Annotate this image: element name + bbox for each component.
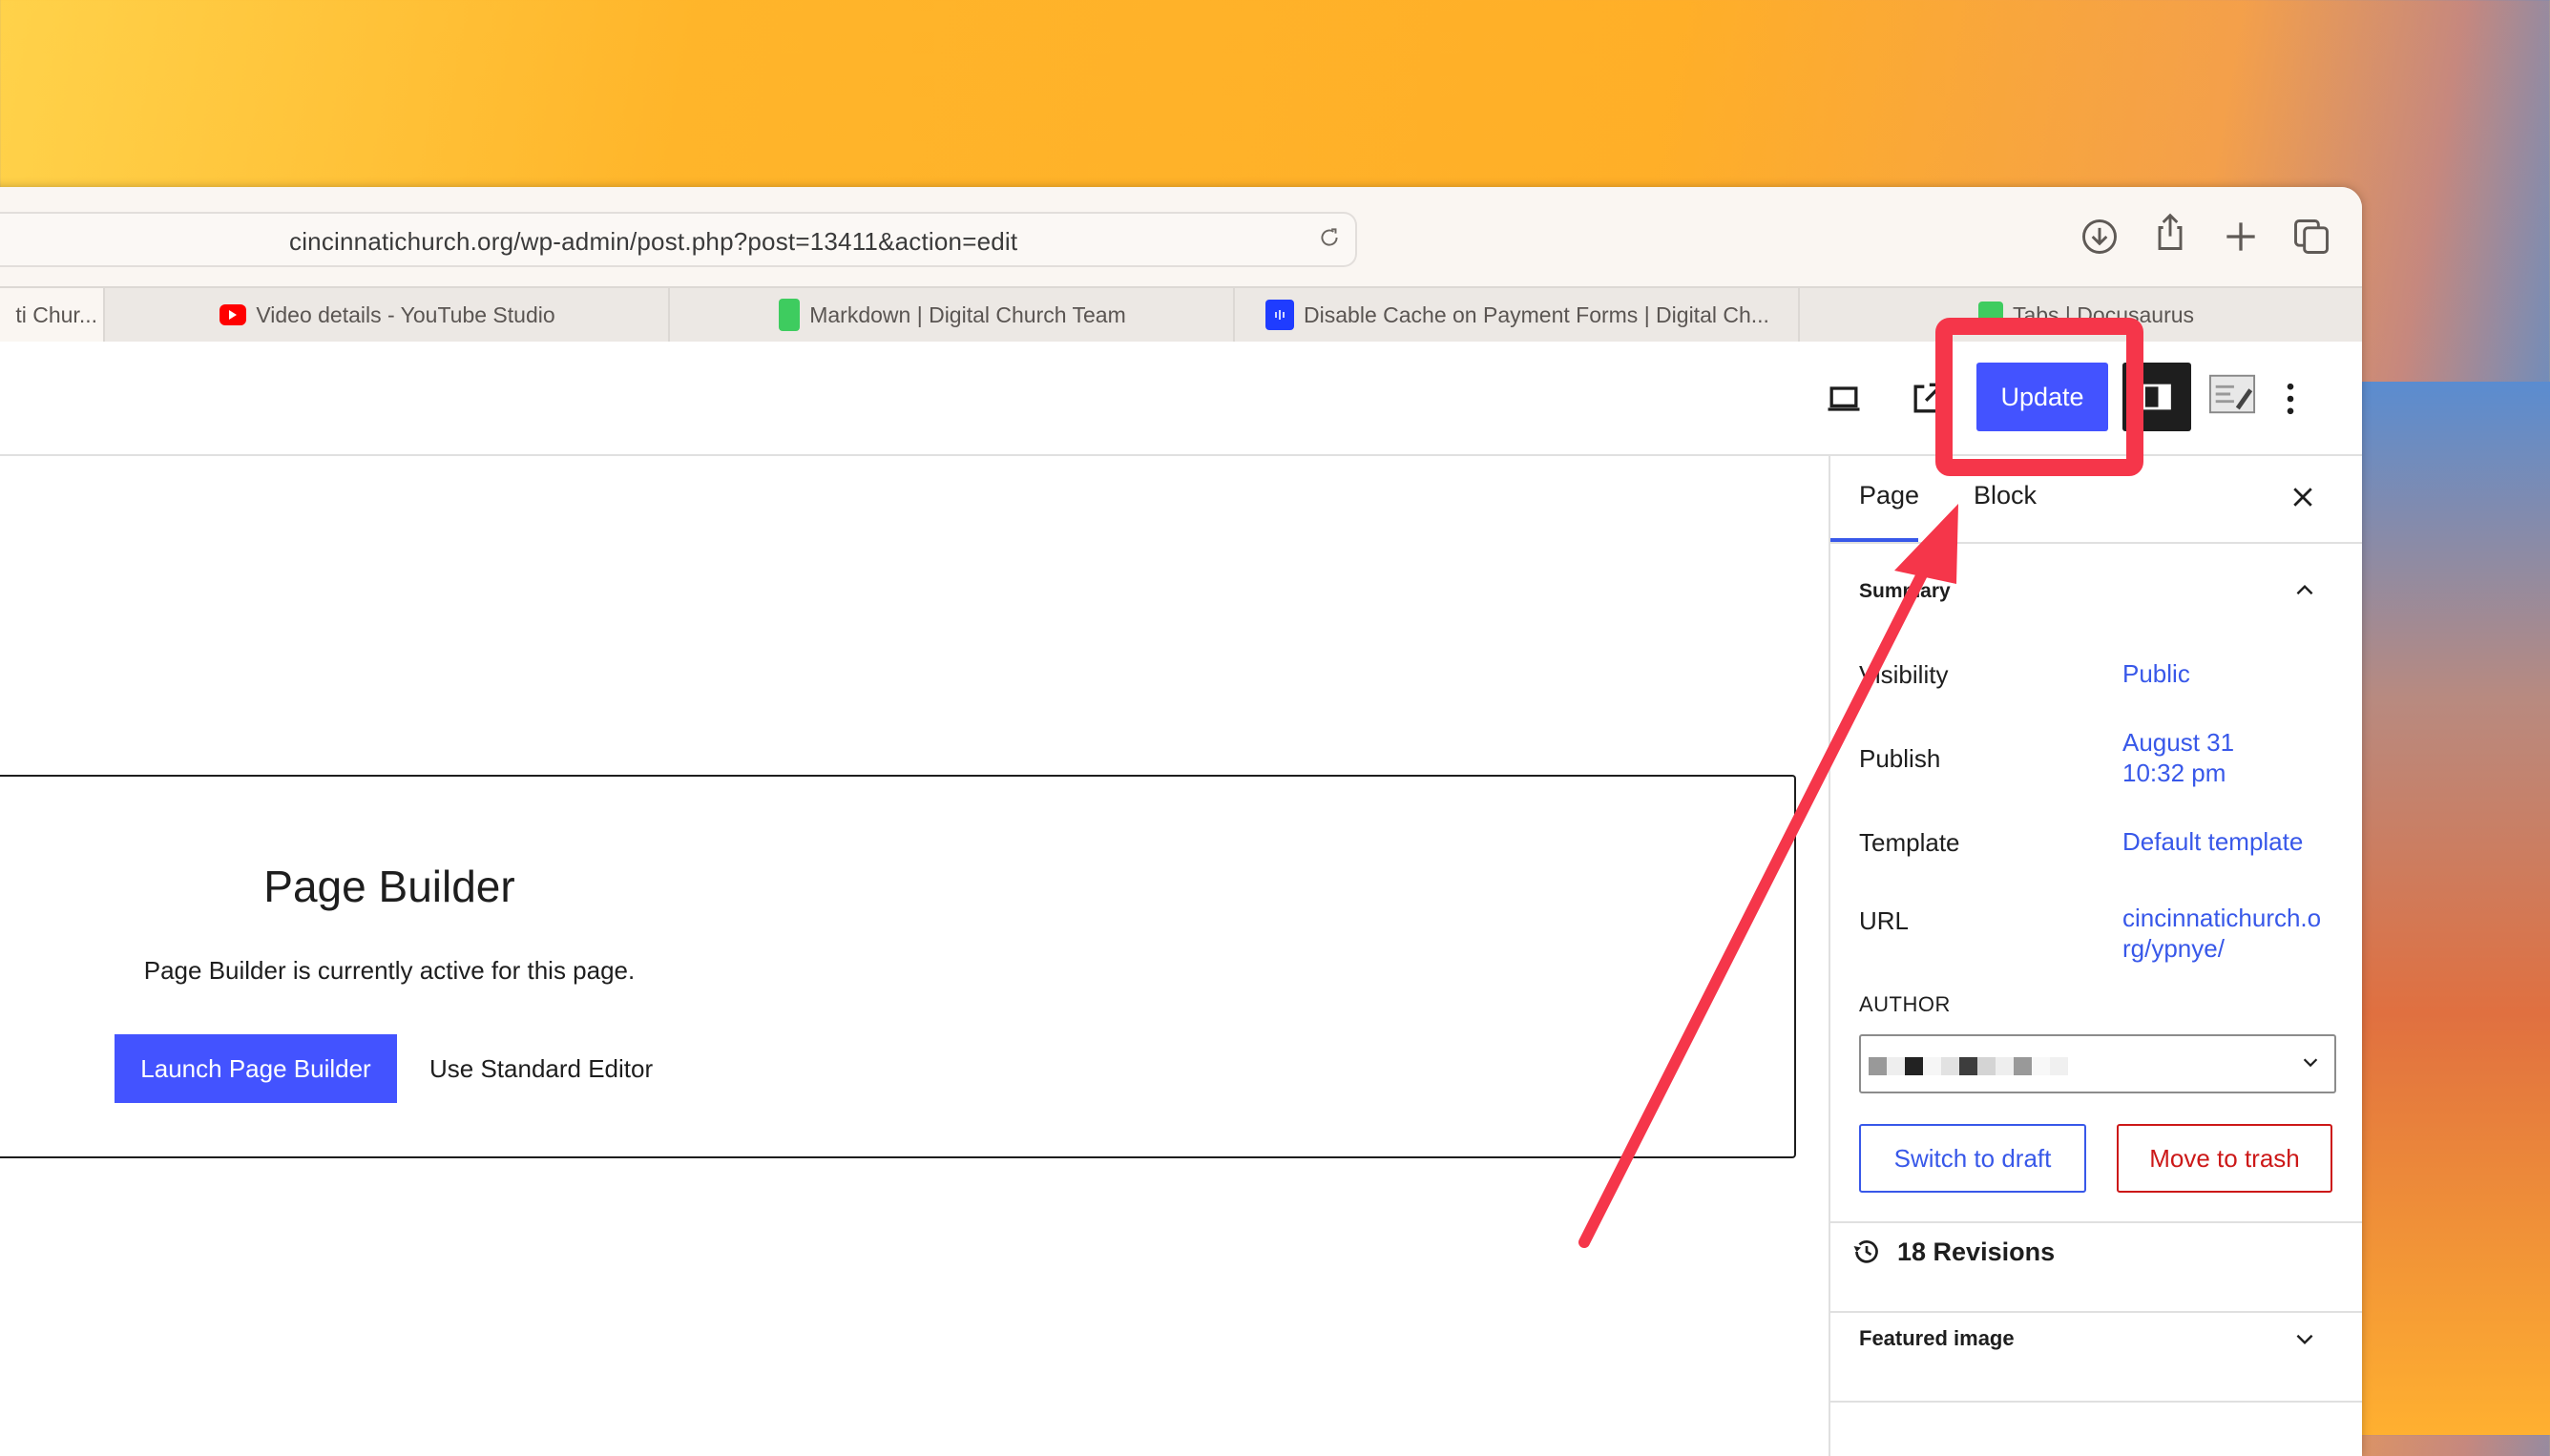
chevron-down-icon[interactable] bbox=[2292, 1326, 2317, 1351]
redacted-author bbox=[1977, 1057, 1996, 1075]
author-label: AUTHOR bbox=[1859, 992, 1951, 1016]
redacted-author bbox=[1869, 1057, 1887, 1075]
docusaurus-icon bbox=[1977, 302, 2003, 328]
history-icon bbox=[1853, 1240, 1878, 1263]
redacted-author bbox=[1905, 1057, 1923, 1075]
tab-title: Disable Cache on Payment Forms | Digital… bbox=[1304, 302, 1769, 327]
preview-icon[interactable] bbox=[1823, 378, 1865, 420]
browser-tab[interactable]: Disable Cache on Payment Forms | Digital… bbox=[1233, 288, 1800, 342]
template-value[interactable]: Default template bbox=[2122, 826, 2303, 857]
revisions-label: 18 Revisions bbox=[1897, 1237, 2056, 1266]
redacted-author bbox=[2014, 1057, 2032, 1075]
intercom-icon bbox=[1265, 300, 1295, 330]
browser-window: cincinnatichurch.org/wp-admin/post.php?p… bbox=[0, 187, 2362, 1456]
redacted-author bbox=[1941, 1057, 1959, 1075]
chevron-down-icon bbox=[2303, 1058, 2318, 1068]
tab-title: Tabs | Docusaurus bbox=[2012, 302, 2195, 327]
redacted-author bbox=[2050, 1057, 2068, 1075]
browser-tab[interactable]: ti Chur... bbox=[0, 288, 103, 342]
more-options-icon[interactable] bbox=[2269, 378, 2311, 420]
close-icon[interactable] bbox=[2289, 483, 2317, 511]
view-page-icon[interactable] bbox=[1907, 378, 1949, 420]
page-builder-icon[interactable] bbox=[2208, 370, 2256, 418]
url-line-1: cincinnatichurch.o bbox=[2122, 904, 2322, 932]
divider bbox=[1830, 1221, 2362, 1223]
publish-value[interactable]: August 31 10:32 pm bbox=[2122, 727, 2234, 788]
tab-overview-icon[interactable] bbox=[2290, 216, 2332, 258]
tab-title: Video details - YouTube Studio bbox=[256, 302, 555, 327]
address-bar[interactable]: cincinnatichurch.org/wp-admin/post.php?p… bbox=[0, 212, 1357, 267]
template-label: Template bbox=[1859, 828, 1960, 857]
browser-tab[interactable]: Video details - YouTube Studio bbox=[103, 288, 670, 342]
sidebar-icon bbox=[2142, 384, 2171, 410]
redacted-author bbox=[1923, 1057, 1941, 1075]
revisions-link[interactable]: 18 Revisions bbox=[1850, 1235, 2055, 1269]
featured-image-heading[interactable]: Featured image bbox=[1859, 1326, 2015, 1351]
publish-time: 10:32 pm bbox=[2122, 759, 2226, 787]
url-line-2: rg/ypnye/ bbox=[2122, 934, 2225, 963]
reload-icon[interactable] bbox=[1317, 225, 1342, 250]
page-builder-description: Page Builder is currently active for thi… bbox=[143, 956, 636, 985]
tab-title: ti Chur... bbox=[15, 302, 97, 327]
author-select[interactable] bbox=[1859, 1034, 2336, 1093]
download-icon[interactable] bbox=[2079, 216, 2121, 258]
visibility-label: Visibility bbox=[1859, 660, 1949, 689]
divider bbox=[1830, 1311, 2362, 1313]
settings-toggle-button[interactable] bbox=[2122, 363, 2191, 431]
browser-tab[interactable]: Tabs | Docusaurus bbox=[1798, 288, 2362, 342]
summary-heading[interactable]: Summary bbox=[1859, 580, 1951, 603]
youtube-icon bbox=[219, 304, 247, 325]
url-text[interactable]: cincinnatichurch.org/wp-admin/post.php?p… bbox=[289, 227, 1017, 257]
page-builder-title: Page Builder bbox=[263, 862, 515, 911]
active-tab-indicator bbox=[1830, 538, 1918, 542]
new-tab-icon[interactable] bbox=[2220, 216, 2262, 258]
redacted-author bbox=[1887, 1057, 1905, 1075]
publish-date: August 31 bbox=[2122, 728, 2235, 757]
use-standard-editor-button[interactable]: Use Standard Editor bbox=[429, 1034, 653, 1103]
share-icon[interactable] bbox=[2149, 212, 2191, 254]
chevron-up-icon[interactable] bbox=[2292, 578, 2317, 603]
url-value[interactable]: cincinnatichurch.o rg/ypnye/ bbox=[2122, 903, 2321, 964]
docusaurus-icon bbox=[779, 299, 801, 331]
sidebar-tabs: Page Block bbox=[1830, 456, 2362, 544]
move-to-trash-button[interactable]: Move to trash bbox=[2117, 1124, 2332, 1193]
visibility-value[interactable]: Public bbox=[2122, 658, 2190, 689]
settings-sidebar: Page Block Summary Visibility Public Pub… bbox=[1829, 456, 2362, 1456]
divider bbox=[1830, 1401, 2362, 1403]
page-builder-block: Page Builder Page Builder is currently a… bbox=[0, 775, 1796, 1158]
url-label: URL bbox=[1859, 906, 1910, 935]
switch-to-draft-button[interactable]: Switch to draft bbox=[1859, 1124, 2086, 1193]
redacted-author bbox=[1996, 1057, 2014, 1075]
browser-tab[interactable]: Markdown | Digital Church Team bbox=[668, 288, 1235, 342]
update-button[interactable]: Update bbox=[1976, 363, 2108, 431]
tab-title: Markdown | Digital Church Team bbox=[809, 302, 1126, 327]
redacted-author bbox=[1959, 1057, 1977, 1075]
publish-label: Publish bbox=[1859, 744, 1941, 773]
tab-block[interactable]: Block bbox=[1974, 481, 2037, 510]
browser-toolbar: cincinnatichurch.org/wp-admin/post.php?p… bbox=[0, 187, 2362, 286]
tab-page[interactable]: Page bbox=[1859, 481, 1919, 510]
editor-header: Update bbox=[0, 342, 2362, 456]
tab-bar: ti Chur... Video details - YouTube Studi… bbox=[0, 286, 2362, 343]
launch-page-builder-button[interactable]: Launch Page Builder bbox=[115, 1034, 397, 1103]
editor-canvas: Page Builder Page Builder is currently a… bbox=[0, 456, 1829, 1456]
redacted-author bbox=[2032, 1057, 2050, 1075]
